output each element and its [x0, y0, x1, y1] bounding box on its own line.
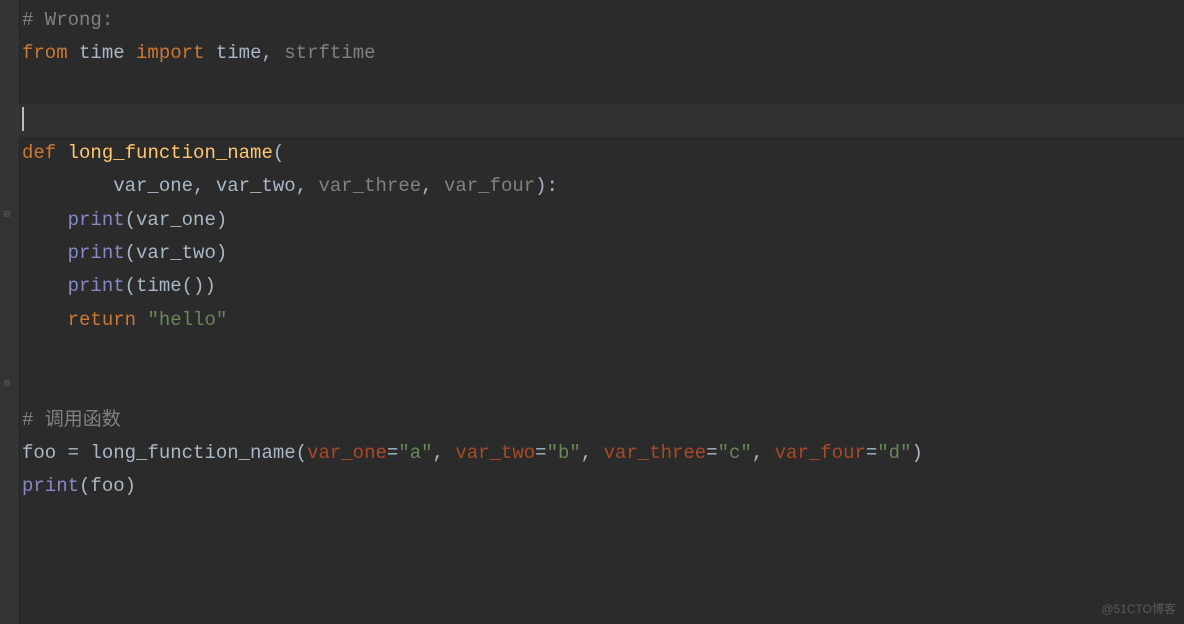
code-editor[interactable]: # Wrong: from time import time, strftime…	[0, 0, 1184, 503]
watermark-text: @51CTO博客	[1101, 599, 1176, 620]
code-line[interactable]	[22, 104, 1184, 137]
code-line[interactable]: from time import time, strftime	[22, 37, 1184, 70]
code-line[interactable]: print(var_one)	[22, 204, 1184, 237]
code-line[interactable]: # 调用函数	[22, 404, 1184, 437]
code-line[interactable]: def long_function_name(	[22, 137, 1184, 170]
code-line[interactable]: print(time())	[22, 270, 1184, 303]
code-line[interactable]	[22, 370, 1184, 403]
code-line[interactable]: print(foo)	[22, 470, 1184, 503]
fold-marker-icon[interactable]: ⊟	[4, 376, 10, 394]
comment-text: # Wrong:	[22, 9, 113, 31]
code-line[interactable]: print(var_two)	[22, 237, 1184, 270]
code-line[interactable]: foo = long_function_name(var_one="a", va…	[22, 437, 1184, 470]
code-line[interactable]: var_one, var_two, var_three, var_four):	[22, 170, 1184, 203]
code-line[interactable]: return "hello"	[22, 304, 1184, 337]
editor-gutter: ⊟ ⊟	[0, 0, 18, 624]
text-cursor	[22, 107, 24, 131]
code-line[interactable]: # Wrong:	[22, 4, 1184, 37]
comment-text: # 调用函数	[22, 409, 121, 431]
fold-marker-icon[interactable]: ⊟	[4, 207, 10, 225]
code-line[interactable]	[22, 71, 1184, 104]
code-line[interactable]	[22, 337, 1184, 370]
